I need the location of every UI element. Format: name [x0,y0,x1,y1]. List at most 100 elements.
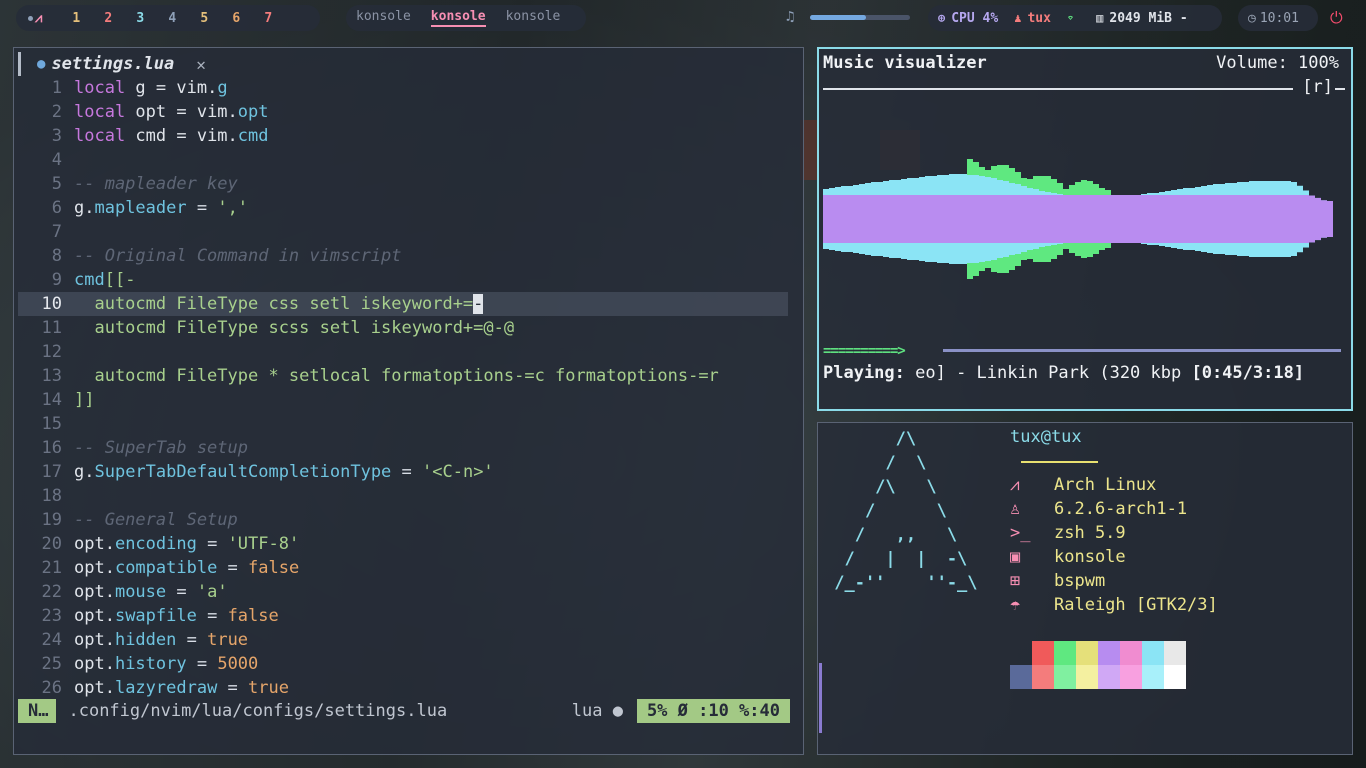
spectrum-core-bar [1267,195,1273,243]
spectrum-core-bar [973,195,979,243]
spectrum-core-bar [907,195,913,243]
line-number: 11 [41,318,62,338]
code-line[interactable]: 25 opt.history = 5000 [18,652,788,676]
code-line[interactable]: 12 [18,340,788,364]
spectrum-core-bar [991,195,997,243]
code-line[interactable]: 16 -- SuperTab setup [18,436,788,460]
playback-progress[interactable]: ==========> [823,343,1341,359]
code-line[interactable]: 5 -- mapleader key [18,172,788,196]
code-line[interactable]: 23 opt.swapfile = false [18,604,788,628]
code-line[interactable]: 18 [18,484,788,508]
power-icon[interactable]: ⏻ [1330,8,1343,28]
code-line[interactable]: 22 opt.mouse = 'a' [18,580,788,604]
spectrum-core-bar [1147,195,1153,243]
spectrum-core-bar [901,195,907,243]
volume-level [810,15,866,20]
palette-swatch [1098,641,1120,665]
workspace-5[interactable]: 5 [188,11,220,26]
spectrum-core-bar [1033,195,1039,243]
code-buffer[interactable]: 1 local g = vim.g 2 local opt = vim.opt 3 loc… [18,76,788,700]
code-line[interactable]: 3 local cmd = vim.cmd [18,124,788,148]
spectrum-core-bar [865,195,871,243]
line-text: -- General Setup [74,510,238,530]
spectrum-core-bar [1297,195,1303,243]
spectrum-core-bar [877,195,883,243]
line-number: 22 [41,582,62,602]
task-konsole-3[interactable]: konsole [506,9,561,27]
repeat-flag: [r] [1302,77,1333,97]
window-accent [819,663,822,733]
wifi-widget[interactable]: ⌔ [1067,11,1080,25]
line-number: 12 [41,342,62,362]
task-konsole-2[interactable]: konsole [430,9,486,27]
now-playing: Playing: eo] - Linkin Park (320 kbp [0:4… [823,363,1343,383]
workspace-6[interactable]: 6 [220,11,252,26]
music-visualizer-window[interactable]: Music visualizer Volume: 100% [r] ======… [817,47,1353,411]
track-time: [0:45/3:18] [1191,363,1305,383]
code-line[interactable]: 7 [18,220,788,244]
volume-slider[interactable] [810,15,910,20]
spectrum-core-bar [913,195,919,243]
workspace-3[interactable]: 3 [124,11,156,26]
code-line[interactable]: 14]] [18,388,788,412]
palette-swatch [1032,641,1054,665]
spectrum-core-bar [1237,195,1243,243]
spectrum-core-bar [1135,195,1141,243]
code-line[interactable]: 15 [18,412,788,436]
music-icon[interactable]: ♫ [786,9,794,25]
menu-dot-icon[interactable] [28,15,33,21]
code-line[interactable]: 4 [18,148,788,172]
info-row: ☂ Raleigh [GTK2/3] [1010,593,1218,617]
code-line[interactable]: 20 opt.encoding = 'UTF-8' [18,532,788,556]
terminal-icon: ▣ [1010,547,1021,567]
code-line[interactable]: 11 autocmd FileType scss setl iskeyword+… [18,316,788,340]
memory-widget[interactable]: ▥ 2049 MiB - [1096,11,1188,26]
spectrum-core-bar [1039,195,1045,243]
workspace-4[interactable]: 4 [156,11,188,26]
close-icon[interactable]: ✕ [196,55,206,74]
cpu-widget[interactable]: ⊕ CPU 4% [938,11,998,26]
code-line[interactable]: 10 autocmd FileType css setl iskeyword+=… [18,292,788,316]
line-number: 8 [51,246,62,266]
line-text: opt.mouse = 'a' [74,582,228,602]
code-line[interactable]: 24 opt.hidden = true [18,628,788,652]
clock-widget[interactable]: ◷ 10:01 [1238,5,1318,31]
code-line[interactable]: 13 autocmd FileType * setlocal formatopt… [18,364,788,388]
user-widget[interactable]: ♟ tux [1014,11,1051,26]
code-line[interactable]: 17 g.SuperTabDefaultCompletionType = '<C-… [18,460,788,484]
task-konsole-1[interactable]: konsole [356,9,411,27]
info-value: Raleigh [GTK2/3] [1054,595,1218,615]
workspace-2[interactable]: 2 [92,11,124,26]
code-line[interactable]: 8 -- Original Command in vimscript [18,244,788,268]
system-status: ⊕ CPU 4% ♟ tux ⌔ ▥ 2049 MiB - [928,5,1222,31]
code-line[interactable]: 9 cmd[[- [18,268,788,292]
tab-settings-lua[interactable]: settings.lua [51,54,174,74]
line-text: opt.history = 5000 [74,654,259,674]
code-line[interactable]: 26 opt.lazyredraw = true [18,676,788,700]
palette-swatch [1142,641,1164,665]
neovim-window[interactable]: ● settings.lua ✕ 1 local g = vim.g 2 local … [13,47,804,755]
info-value: Arch Linux [1054,475,1157,495]
theme-icon: ☂ [1010,595,1021,615]
spectrum-core-bar [1153,195,1159,243]
workspace-7[interactable]: 7 [252,11,284,26]
workspace-1[interactable]: 1 [60,11,92,26]
spectrum-core-bar [1165,195,1171,243]
spectrum-core-bar [979,195,985,243]
palette-swatch [1054,665,1076,689]
spectrum-core-bar [1291,195,1297,243]
code-line[interactable]: 19 -- General Setup [18,508,788,532]
line-number: 16 [41,438,62,458]
clock-icon: ◷ [1248,10,1256,26]
spectrum-core-bar [1309,195,1315,243]
code-line[interactable]: 2 local opt = vim.opt [18,100,788,124]
code-line[interactable]: 21 opt.compatible = false [18,556,788,580]
line-number: 23 [41,606,62,626]
arch-logo-icon[interactable]: ⩘ [35,11,42,26]
line-text: autocmd FileType * setlocal formatoption… [74,366,719,386]
code-line[interactable]: 6 g.mapleader = ',' [18,196,788,220]
workspace-switcher: ⩘ 1234567 [16,5,320,31]
code-line[interactable]: 1 local g = vim.g [18,76,788,100]
spectrum-core-bar [1219,195,1225,243]
system-info-window[interactable]: /\ / \ /\ \ / \ / ,, \ / | | -\ /_-'' ''… [817,422,1353,755]
